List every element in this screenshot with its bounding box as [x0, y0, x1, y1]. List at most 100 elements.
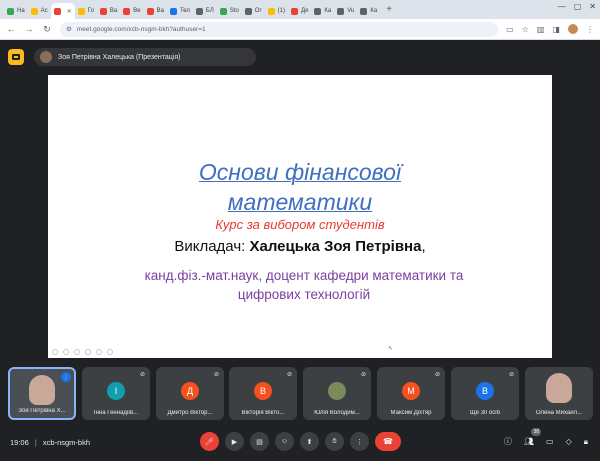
slide-lecturer: Викладач: Халецька Зоя Петрівна, [48, 238, 552, 255]
more-options-button[interactable]: ⋮ [350, 432, 369, 451]
browser-tab[interactable]: Ка [357, 3, 380, 19]
slide-degree: канд.фіз.-мат.наук, доцент кафедри матем… [114, 266, 494, 304]
tab-favicon-icon [360, 7, 368, 15]
slide-prev-icon[interactable] [52, 349, 58, 355]
participant-name: Ще 30 осіб [469, 410, 501, 416]
browser-tab[interactable]: Sto [217, 3, 242, 19]
browser-tab[interactable]: Ве [120, 3, 143, 19]
tab-favicon-icon [337, 7, 345, 15]
browser-tab[interactable]: На [4, 3, 28, 19]
tab-label: Ка [324, 8, 332, 14]
lecturer-suffix: , [421, 238, 426, 255]
tab-favicon-icon [267, 7, 275, 15]
slide-title-line2: математики [227, 189, 373, 215]
new-tab-button[interactable]: + [382, 3, 396, 17]
shared-slide: Основи фінансової математики Курс за виб… [48, 75, 552, 358]
slide-next-icon[interactable] [63, 349, 69, 355]
slide-title: Основи фінансової математики [48, 157, 552, 217]
tab-label: БЛ [205, 8, 214, 14]
menu-kebab-icon[interactable]: ⋮ [586, 25, 594, 34]
presenter-avatar [40, 51, 52, 63]
slide-more-icon[interactable] [107, 349, 113, 355]
tab-label: Ог [254, 8, 262, 14]
participant-tile[interactable]: Олена Михайл... [525, 367, 593, 420]
people-button[interactable]: 👥︎ 38 [524, 428, 542, 446]
browser-tab[interactable]: ✕ [50, 3, 75, 19]
tab-favicon-icon [30, 7, 38, 15]
tab-label: Ва [109, 8, 118, 14]
back-icon[interactable]: ← [6, 24, 16, 34]
emoji-icon: ☺ [280, 438, 289, 445]
side-panel-icon[interactable]: ◨ [552, 25, 560, 34]
participant-video [546, 373, 572, 403]
tab-favicon-icon [169, 7, 177, 15]
address-bar[interactable]: ⚙ meet.google.com/xcb-nsgm-bkh?authuser=… [60, 21, 499, 37]
participant-tile[interactable]: В ⊘ Ще 30 осіб [451, 367, 519, 420]
browser-tab[interactable]: Го [75, 3, 97, 19]
tab-label: Ва [156, 8, 164, 14]
camera-in-use-icon[interactable]: ▭ [506, 25, 514, 34]
people-count: 38 [531, 428, 542, 436]
presentation-toggle-button[interactable] [8, 49, 24, 65]
browser-tab[interactable]: Де [288, 3, 311, 19]
browser-tab[interactable]: Vu [334, 3, 357, 19]
tab-label: Тел [179, 8, 190, 14]
profile-avatar[interactable] [568, 24, 578, 34]
reactions-button[interactable]: ☺ [275, 432, 294, 451]
captions-button[interactable]: ▤ [250, 432, 269, 451]
tab-close-icon[interactable]: ✕ [67, 8, 72, 15]
tab-favicon-icon [99, 7, 107, 15]
present-now-button[interactable]: ⬆ [300, 432, 319, 451]
reload-icon[interactable]: ↻ [42, 24, 52, 35]
participant-tile[interactable]: В ⊘ Вікторія Вікто... [229, 367, 297, 420]
browser-tab[interactable]: (1) [265, 3, 288, 19]
muted-mic-icon: ⊘ [508, 372, 514, 378]
extensions-icon[interactable]: ▥ [537, 25, 545, 34]
site-info-icon[interactable]: ⚙ [66, 25, 72, 33]
participant-avatar: М [402, 382, 420, 400]
present-icon [12, 54, 20, 60]
participant-tile[interactable]: І ⊘ Інна Геннадіїв... [82, 367, 150, 420]
clock-time: 19:06 [10, 438, 29, 447]
chat-icon[interactable]: ▭ [546, 437, 554, 446]
meeting-details-icon[interactable]: ⓘ [504, 436, 512, 447]
tab-favicon-icon [123, 7, 131, 15]
browser-tab[interactable]: Ог [242, 3, 265, 19]
maximize-icon[interactable]: ▢ [574, 2, 582, 11]
camera-button[interactable]: ▶ [225, 432, 244, 451]
minimize-icon[interactable]: — [558, 2, 566, 11]
present-screen-icon: ⬆ [306, 438, 313, 446]
participant-tile[interactable]: М ⊘ Максим Діхтяр [377, 367, 445, 420]
mic-off-icon: 🎤︎ [205, 438, 214, 446]
degree-line2: цифрових технологій [237, 287, 371, 302]
tab-label: Де [301, 8, 309, 14]
bookmark-star-icon[interactable]: ☆ [522, 25, 529, 34]
slide-grid-icon[interactable] [85, 349, 91, 355]
browser-tab[interactable]: Ва [144, 3, 167, 19]
browser-tab[interactable]: Ас [28, 3, 51, 19]
browser-tab[interactable]: Ва [97, 3, 120, 19]
slide-pen-icon[interactable] [74, 349, 80, 355]
host-controls-icon[interactable]: 🔒︎ [584, 437, 588, 447]
leave-call-button[interactable]: ☎ [375, 432, 401, 451]
hand-icon: ✋︎ [332, 437, 337, 445]
close-window-icon[interactable]: ✕ [589, 2, 596, 11]
tab-favicon-icon [146, 7, 154, 15]
speaking-indicator-icon: ⋮ [61, 372, 71, 382]
slide-zoom-icon[interactable] [96, 349, 102, 355]
tab-favicon-icon [53, 7, 61, 15]
forward-icon[interactable]: → [24, 24, 34, 34]
raise-hand-button[interactable]: ✋︎ [325, 432, 344, 451]
info-separator: | [34, 438, 37, 447]
participant-tile[interactable]: Д ⊘ Дмитро Віктор... [156, 367, 224, 420]
mic-off-button[interactable]: 🎤︎ [200, 432, 219, 451]
muted-mic-icon: ⊘ [286, 372, 292, 378]
browser-tab[interactable]: Ка [311, 3, 334, 19]
participant-name: Вікторія Вікто... [241, 410, 285, 416]
browser-tab[interactable]: Тел [167, 3, 193, 19]
browser-tab[interactable]: БЛ [193, 3, 217, 19]
activities-icon[interactable]: ◇ [566, 437, 572, 446]
participant-tile[interactable]: ⋮ Зоя Петрівна Х... [8, 367, 76, 420]
participant-tile[interactable]: ⊘ Юлія Володим... [303, 367, 371, 420]
presenter-pill[interactable]: Зоя Петрівна Халецька (Презентація) [34, 48, 256, 66]
